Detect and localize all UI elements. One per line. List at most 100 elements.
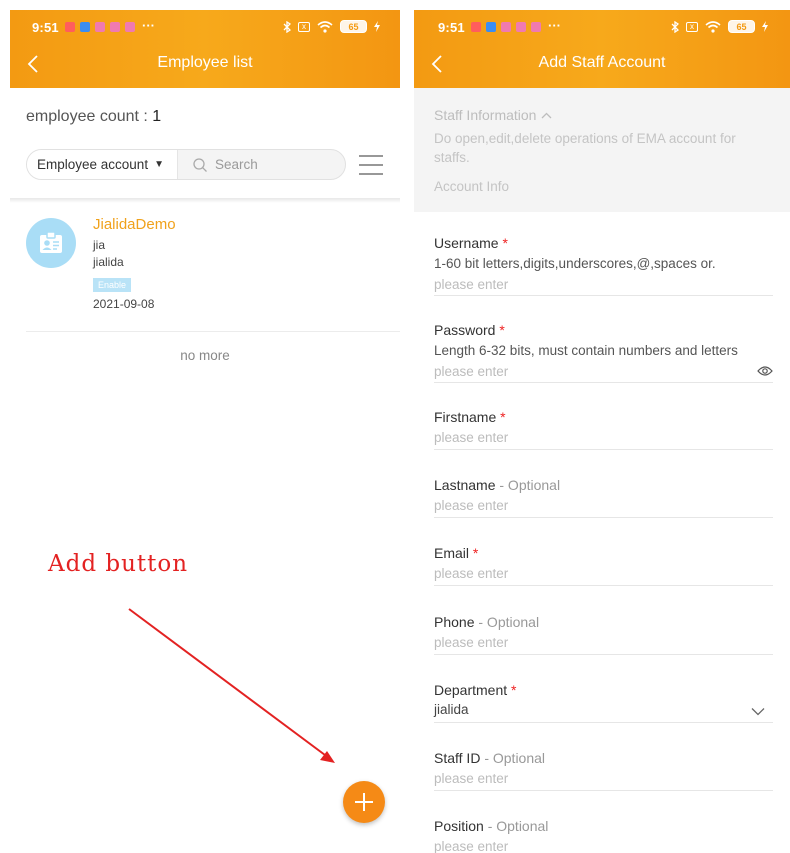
email-input[interactable]: [434, 563, 773, 583]
username-label: Username *: [434, 234, 773, 252]
required-mark: *: [499, 322, 505, 338]
account-type-value: Employee account: [37, 157, 149, 172]
notification-icon: [486, 22, 496, 32]
annotation-label: Add button: [48, 551, 189, 577]
department-label: Department *: [434, 681, 773, 699]
phone-input[interactable]: [434, 632, 773, 652]
employee-company: jialida: [93, 255, 124, 269]
staff-id-label-text: Staff ID: [434, 750, 481, 766]
no-more-label: no more: [180, 348, 230, 363]
password-field: Password * Length 6-32 bits, must contai…: [434, 321, 773, 383]
lastname-label: Lastname - Optional: [434, 476, 773, 494]
account-type-select[interactable]: Employee account ▼: [27, 150, 178, 179]
sim-icon: x: [686, 21, 698, 32]
page-title: Employee list: [157, 54, 253, 71]
password-label: Password *: [434, 321, 773, 339]
phone-field: Phone - Optional: [434, 613, 773, 655]
status-right: x 65: [283, 20, 380, 33]
position-input[interactable]: [434, 836, 773, 853]
bluetooth-icon: [283, 20, 291, 33]
lastname-field: Lastname - Optional: [434, 476, 773, 518]
notification-icon: [501, 22, 511, 32]
employee-count-value: 1: [152, 108, 162, 125]
email-field: Email *: [434, 544, 773, 586]
search-icon: [193, 157, 207, 172]
plus-icon: [355, 793, 373, 811]
staff-info-section: Staff Information Do open,edit,delete op…: [414, 88, 790, 212]
position-label: Position - Optional: [434, 817, 773, 835]
department-label-text: Department: [434, 682, 508, 698]
firstname-label: Firstname *: [434, 408, 773, 426]
required-mark: *: [472, 545, 479, 561]
firstname-label-text: Firstname: [434, 409, 497, 425]
employee-list-item[interactable]: JialidaDemo jia jialida Enable 2021-09-0…: [26, 208, 400, 332]
charging-icon: [374, 21, 380, 32]
position-field: Position - Optional: [434, 817, 773, 853]
phone-label-text: Phone: [434, 614, 475, 630]
department-field[interactable]: Department * jialida: [434, 681, 773, 723]
add-button[interactable]: [343, 781, 385, 823]
page-title: Add Staff Account: [538, 54, 666, 71]
staff-info-toggle[interactable]: Staff Information: [434, 107, 770, 123]
phone-label: Phone - Optional: [434, 613, 773, 631]
status-bar: 9:51 ··· x 65: [10, 10, 400, 44]
firstname-field: Firstname *: [434, 408, 773, 450]
status-bar: 9:51 ··· x 65: [414, 10, 790, 44]
password-hint: Length 6-32 bits, must contain numbers a…: [434, 343, 738, 358]
divider: [10, 198, 400, 203]
position-label-text: Position: [434, 818, 484, 834]
more-notifications-icon: ···: [142, 18, 155, 33]
email-label-text: Email: [434, 545, 470, 561]
notification-icon: [110, 22, 120, 32]
status-right: x 65: [671, 20, 768, 33]
staff-info-title: Staff Information: [434, 107, 537, 123]
account-info-heading: Account Info: [434, 179, 510, 194]
notification-icon: [531, 22, 541, 32]
username-label-text: Username: [434, 235, 499, 251]
password-input[interactable]: [434, 361, 773, 381]
wifi-icon: [705, 20, 721, 33]
filter-bar: Employee account ▼: [26, 149, 346, 180]
search-input[interactable]: [215, 157, 335, 172]
employee-date: 2021-09-08: [93, 297, 155, 311]
status-badge: Enable: [93, 278, 132, 292]
notification-icon: [516, 22, 526, 32]
required-mark: *: [502, 235, 508, 251]
notification-icon: [80, 22, 90, 32]
staff-id-input[interactable]: [434, 768, 773, 788]
staff-id-field: Staff ID - Optional: [434, 749, 773, 791]
employee-name[interactable]: JialidaDemo: [93, 216, 176, 233]
menu-icon[interactable]: [358, 153, 384, 177]
staff-id-label: Staff ID - Optional: [434, 749, 773, 767]
more-notifications-icon: ···: [548, 18, 561, 33]
username-input[interactable]: [434, 274, 773, 294]
status-time: 9:51: [32, 20, 59, 35]
app-header: 9:51 ··· x 65 Add Staff Account: [414, 10, 790, 88]
add-staff-screen: 9:51 ··· x 65 Add Staff Account Staff In…: [414, 10, 790, 853]
firstname-input[interactable]: [434, 427, 773, 447]
notification-icon: [65, 22, 75, 32]
optional-mark: - Optional: [495, 477, 561, 493]
app-header: 9:51 ··· x 65 Employee list: [10, 10, 400, 88]
optional-mark: - Optional: [483, 818, 549, 834]
notification-icon: [125, 22, 135, 32]
employee-list-screen: 9:51 ··· x 65 Employee list employee cou…: [10, 10, 400, 853]
password-label-text: Password: [434, 322, 496, 338]
sim-icon: x: [298, 21, 310, 32]
staff-info-description: Do open,edit,delete operations of EMA ac…: [434, 131, 736, 165]
lastname-input[interactable]: [434, 495, 773, 515]
notification-icon: [471, 22, 481, 32]
battery-icon: 65: [728, 20, 755, 33]
search-box: [178, 150, 345, 179]
optional-mark: - Optional: [480, 750, 546, 766]
optional-mark: - Optional: [474, 614, 540, 630]
required-mark: *: [500, 409, 506, 425]
email-label: Email *: [434, 544, 773, 562]
eye-icon[interactable]: [757, 365, 773, 377]
chevron-up-icon: [542, 112, 552, 118]
username-field: Username * 1-60 bit letters,digits,under…: [434, 234, 773, 296]
chevron-down-icon[interactable]: [751, 707, 765, 716]
department-value[interactable]: jialida: [434, 700, 773, 720]
battery-icon: 65: [340, 20, 367, 33]
charging-icon: [762, 21, 768, 32]
